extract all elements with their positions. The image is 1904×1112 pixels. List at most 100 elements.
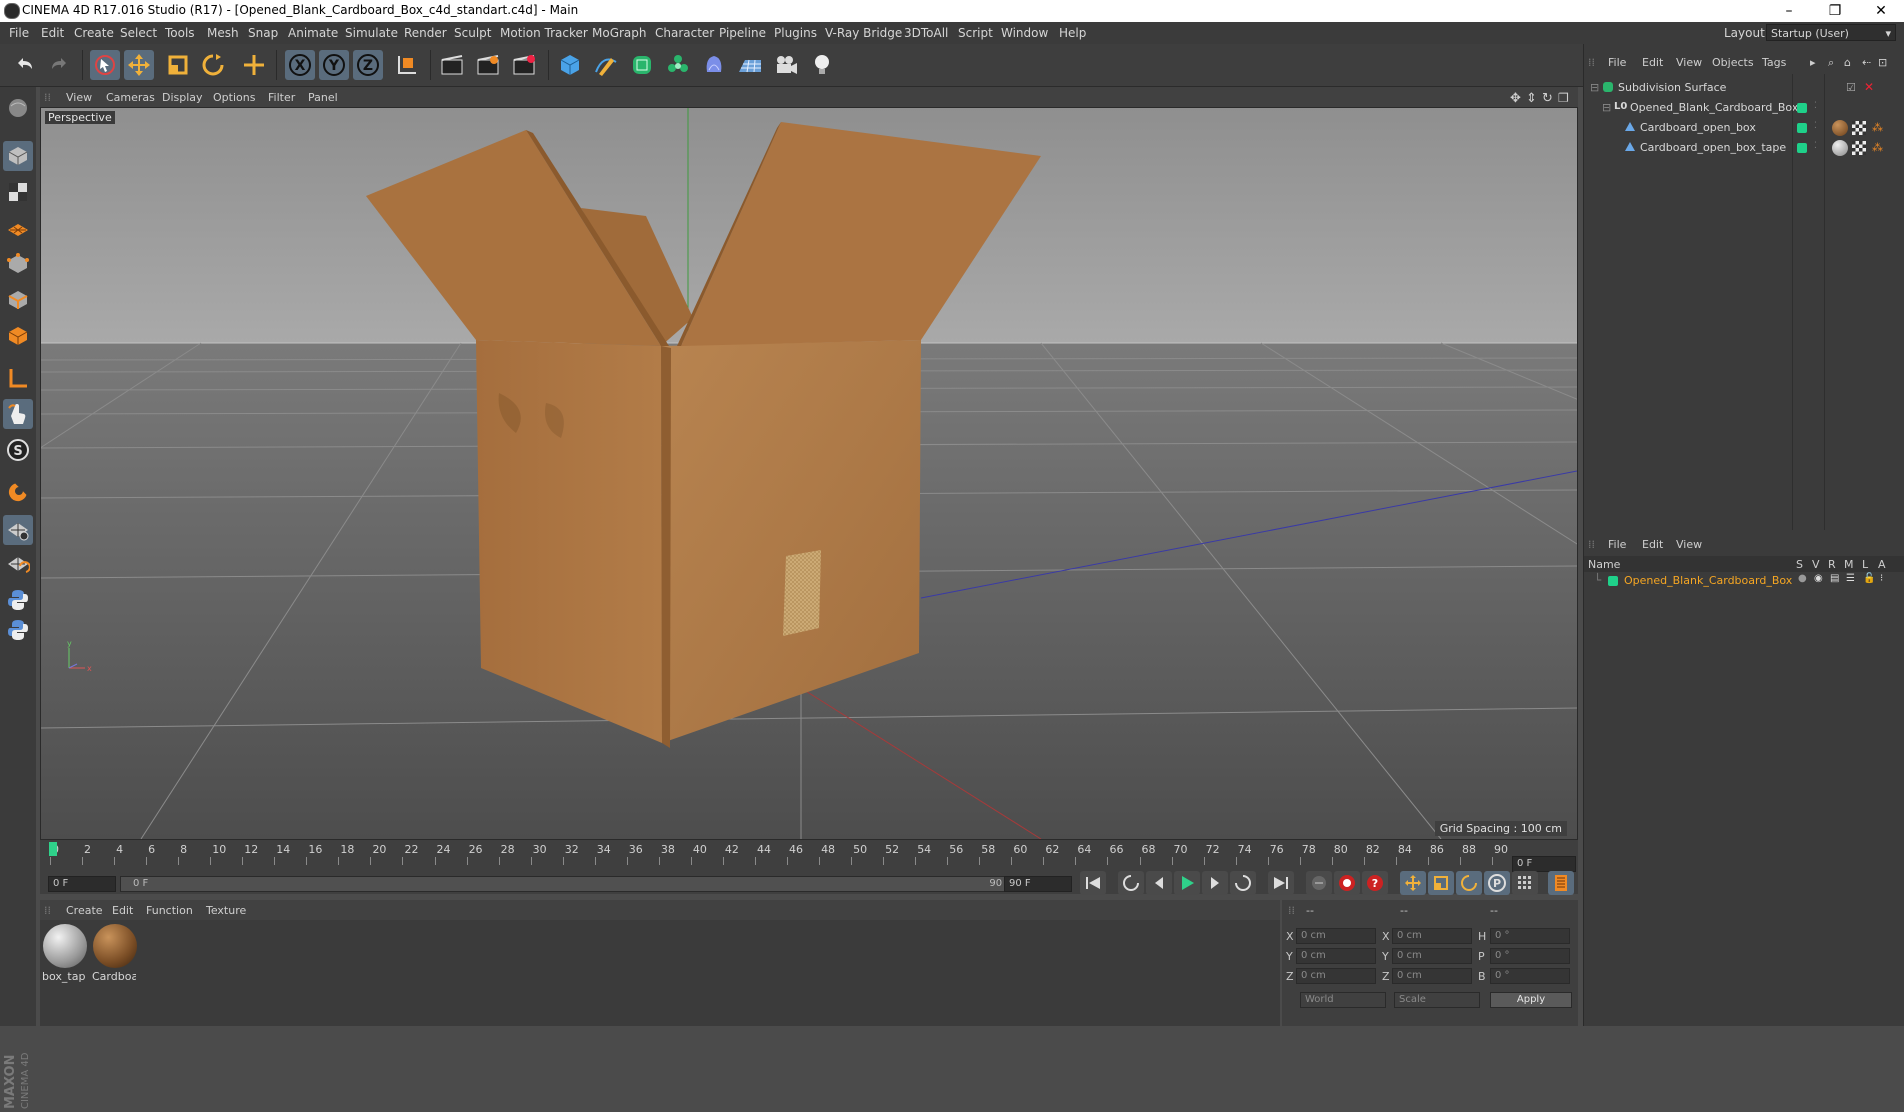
render-picture-viewer-icon[interactable] [473, 50, 503, 80]
x-axis-icon[interactable]: X [285, 50, 315, 80]
solo-mode-icon[interactable] [3, 399, 33, 429]
position-z-field[interactable]: 0 cm [1296, 968, 1376, 984]
layer-color-swatch[interactable] [1797, 123, 1807, 133]
axis-mode-icon[interactable] [3, 321, 33, 351]
material-tag-icon[interactable] [1832, 140, 1848, 156]
tree-collapse-icon[interactable]: ⊟ [1590, 81, 1599, 94]
layer-menu-view[interactable]: View [1676, 538, 1702, 551]
rotation-p-field[interactable]: 0 ° [1490, 948, 1570, 964]
search-icon[interactable]: ⌕ [1828, 56, 1834, 70]
snap-icon[interactable]: S [3, 435, 33, 465]
object-row-cardboard-open-box[interactable]: Cardboard_open_box ⁚ ⁂ [1584, 118, 1904, 138]
material-tag-icon[interactable] [1832, 120, 1848, 136]
visibility-dots-icon[interactable]: ⁚ [1814, 101, 1817, 111]
object-row-subdivision-surface[interactable]: ⊟ Subdivision Surface ☑ ✕ [1584, 78, 1904, 98]
end-frame-field[interactable]: 90 F [1004, 876, 1072, 892]
menu-sculpt[interactable]: Sculpt [454, 26, 491, 40]
playhead-marker[interactable] [49, 842, 57, 856]
edges-mode-icon[interactable] [3, 249, 33, 279]
menu-plugins[interactable]: Plugins [774, 26, 817, 40]
menu-tools[interactable]: Tools [165, 26, 195, 40]
layout-dropdown[interactable]: Startup (User) ▾ [1766, 24, 1896, 41]
material-menu-function[interactable]: Function [146, 904, 193, 917]
play-forward-icon[interactable] [1174, 871, 1200, 895]
timeline-ruler[interactable]: 0246810121416182022242628303234363840424… [40, 840, 1578, 874]
menu-help[interactable]: Help [1059, 26, 1086, 40]
material-menu-texture[interactable]: Texture [206, 904, 246, 917]
recent-tool-icon[interactable] [239, 50, 269, 80]
layer-color-swatch[interactable] [1797, 143, 1807, 153]
back-icon[interactable]: ⇠ [1862, 56, 1871, 69]
view-toggle-icon[interactable]: ◉ [1814, 573, 1823, 584]
menu-simulate[interactable]: Simulate [345, 26, 398, 40]
viewport-maximize-icon[interactable]: ❐ [1558, 91, 1569, 105]
uvw-tag-icon[interactable] [1852, 141, 1866, 155]
viewport-menu-filter[interactable]: Filter [268, 91, 295, 104]
object-menu-file[interactable]: File [1608, 56, 1626, 69]
polygons-mode-icon[interactable] [3, 285, 33, 315]
edit-render-settings-icon[interactable] [509, 50, 539, 80]
apply-button[interactable]: Apply [1490, 992, 1572, 1008]
perspective-viewport[interactable]: Perspective Grid Spacing : 100 cm y x [40, 107, 1578, 840]
menu-render[interactable]: Render [404, 26, 447, 40]
object-menu-objects[interactable]: Objects [1712, 56, 1754, 69]
object-manager-more-icon[interactable]: ▸ [1810, 56, 1816, 69]
lock-icon[interactable]: 🔓 [1863, 573, 1875, 584]
home-icon[interactable]: ⌂ [1844, 56, 1851, 69]
workplane-mode-icon[interactable] [3, 177, 33, 207]
position-y-field[interactable]: 0 cm [1296, 948, 1376, 964]
menu-mesh[interactable]: Mesh [207, 26, 239, 40]
viewport-menu-display[interactable]: Display [162, 91, 203, 104]
frame-range-slider[interactable]: 0 F 90 F [120, 876, 1030, 892]
menu-edit[interactable]: Edit [41, 26, 64, 40]
autokey-icon[interactable] [1334, 871, 1360, 895]
render-toggle-icon[interactable]: ▤ [1830, 573, 1839, 584]
scale-icon[interactable] [163, 50, 193, 80]
phong-tag-icon[interactable]: ⁂ [1872, 121, 1883, 134]
viewport-pan-icon[interactable]: ✥ [1510, 91, 1521, 106]
subdivision-surface-icon[interactable] [627, 50, 657, 80]
menu-3dtoall[interactable]: 3DToAll [904, 26, 948, 40]
viewport-menu-options[interactable]: Options [213, 91, 255, 104]
start-frame-field[interactable]: 0 F [48, 876, 116, 892]
object-row-cardboard-open-box-tape[interactable]: Cardboard_open_box_tape ⁚ ⁂ [1584, 138, 1904, 158]
live-selection-icon[interactable] [90, 50, 120, 80]
rotation-b-field[interactable]: 0 ° [1490, 968, 1570, 984]
object-menu-edit[interactable]: Edit [1642, 56, 1663, 69]
points-mode-icon[interactable] [3, 213, 33, 243]
menu-character[interactable]: Character [655, 26, 714, 40]
size-z-field[interactable]: 0 cm [1392, 968, 1472, 984]
new-object-manager-icon[interactable]: ⊡ [1878, 56, 1887, 69]
loop-icon[interactable] [1230, 871, 1256, 895]
material-menu-create[interactable]: Create [66, 904, 103, 917]
cloner-icon[interactable] [663, 50, 693, 80]
pen-spline-icon[interactable] [591, 50, 621, 80]
quantize-icon[interactable] [3, 549, 33, 579]
deformer-icon[interactable] [699, 50, 729, 80]
scale-key-icon[interactable] [1428, 871, 1454, 895]
object-menu-view[interactable]: View [1676, 56, 1702, 69]
menu-vray-bridge[interactable]: V-Ray Bridge [825, 26, 902, 40]
minimize-button[interactable]: – [1766, 0, 1812, 22]
tree-collapse-icon[interactable]: ⊟ [1602, 101, 1611, 114]
layer-menu-edit[interactable]: Edit [1642, 538, 1663, 551]
timeline-window-icon[interactable] [1548, 871, 1574, 895]
redo-icon[interactable] [44, 50, 74, 80]
visibility-dots-icon[interactable]: ⁚ [1814, 121, 1817, 131]
move-icon[interactable] [124, 50, 154, 80]
viewport-rotate-icon[interactable]: ↻ [1542, 91, 1553, 106]
rotate-icon[interactable] [198, 50, 228, 80]
layer-checkbox-icon[interactable]: ☑ [1846, 81, 1856, 94]
cube-primitive-icon[interactable] [555, 50, 585, 80]
move-key-icon[interactable] [1400, 871, 1426, 895]
keyframe-selection-icon[interactable]: ? [1362, 871, 1388, 895]
material-swatch-cardboard[interactable]: Cardboa [92, 924, 138, 983]
menu-snap[interactable]: Snap [248, 26, 278, 40]
current-frame-field[interactable]: 0 F [1512, 856, 1576, 872]
rotate-key-icon[interactable] [1456, 871, 1482, 895]
size-x-field[interactable]: 0 cm [1392, 928, 1472, 944]
play-backwards-icon[interactable] [1118, 871, 1144, 895]
enabled-toggle-icon[interactable]: ✕ [1864, 80, 1874, 94]
menu-script[interactable]: Script [958, 26, 993, 40]
object-row-opened-blank-cardboard-box[interactable]: ⊟ L0 Opened_Blank_Cardboard_Box ⁚ [1584, 98, 1904, 118]
